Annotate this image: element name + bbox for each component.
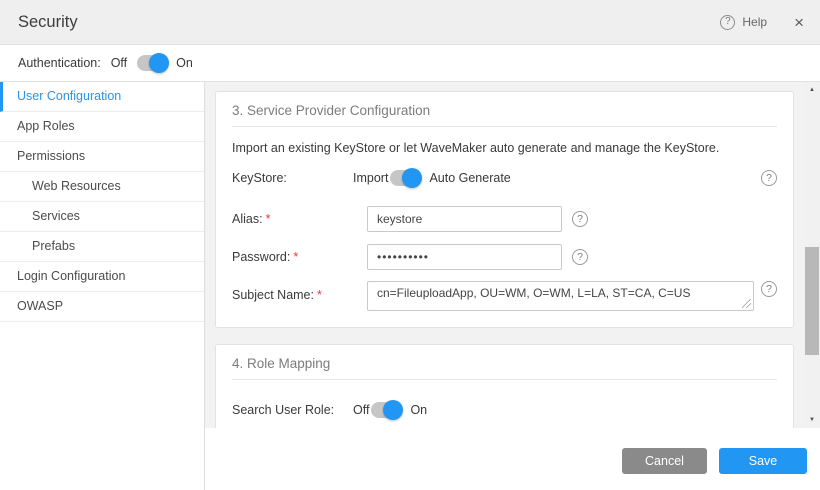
sidebar: User Configuration App Roles Permissions… xyxy=(0,82,205,490)
required-asterisk: * xyxy=(317,288,322,302)
keystore-toggle-group: Import Auto Generate xyxy=(353,170,511,186)
keystore-auto-generate-label: Auto Generate xyxy=(429,171,510,185)
authentication-on-label: On xyxy=(176,56,193,70)
password-row: Password:* ? xyxy=(232,244,777,270)
dialog-body: User Configuration App Roles Permissions… xyxy=(0,82,820,490)
scroll-up-icon[interactable]: ▲ xyxy=(804,87,820,93)
password-label: Password:* xyxy=(232,250,367,264)
main-content: 3. Service Provider Configuration Import… xyxy=(205,82,804,428)
vertical-scrollbar[interactable]: ▲ ▼ xyxy=(804,82,820,428)
toggle-knob-icon xyxy=(149,53,169,73)
main-column: 3. Service Provider Configuration Import… xyxy=(205,82,820,490)
scroll-down-icon[interactable]: ▼ xyxy=(804,417,820,423)
password-input[interactable] xyxy=(367,244,562,270)
help-label: Help xyxy=(742,15,767,29)
authentication-label: Authentication: xyxy=(18,56,101,70)
authentication-off-label: Off xyxy=(111,56,127,70)
dialog-header: Security ? Help × xyxy=(0,0,820,45)
search-user-role-row: Search User Role: Off On xyxy=(232,402,777,418)
sidebar-item-owasp[interactable]: OWASP xyxy=(0,292,204,322)
security-dialog: Security ? Help × Authentication: Off On… xyxy=(0,0,820,490)
subject-name-row: Subject Name:* cn=FileuploadApp, OU=WM, … xyxy=(232,281,777,311)
keystore-import-label: Import xyxy=(353,171,388,185)
keystore-label: KeyStore: xyxy=(232,171,367,185)
keystore-description: Import an existing KeyStore or let WaveM… xyxy=(232,141,777,155)
search-user-role-label: Search User Role: xyxy=(232,403,367,417)
sidebar-item-permissions[interactable]: Permissions xyxy=(0,142,204,172)
sidebar-item-services[interactable]: Services xyxy=(0,202,204,232)
toggle-knob-icon xyxy=(383,400,403,420)
section-title: 3. Service Provider Configuration xyxy=(232,103,777,127)
header-actions: ? Help × xyxy=(720,14,804,31)
scrollbar-thumb[interactable] xyxy=(805,247,819,355)
cancel-button[interactable]: Cancel xyxy=(622,448,707,474)
page-title: Security xyxy=(18,13,78,32)
alias-label: Alias:* xyxy=(232,212,367,226)
help-button[interactable]: ? Help xyxy=(720,15,767,30)
section-role-mapping: 4. Role Mapping Search User Role: Off On xyxy=(215,344,794,428)
sidebar-item-prefabs[interactable]: Prefabs xyxy=(0,232,204,262)
keystore-help-icon[interactable]: ? xyxy=(761,170,777,186)
alias-row: Alias:* ? xyxy=(232,206,777,232)
sidebar-item-user-configuration[interactable]: User Configuration xyxy=(0,82,204,112)
search-user-role-toggle-group: Off On xyxy=(353,402,427,418)
subject-name-textarea[interactable]: cn=FileuploadApp, OU=WM, O=WM, L=LA, ST=… xyxy=(367,281,754,311)
password-help-icon[interactable]: ? xyxy=(572,249,588,265)
required-asterisk: * xyxy=(293,250,298,264)
keystore-row: KeyStore: Import Auto Generate ? xyxy=(232,170,777,186)
required-asterisk: * xyxy=(266,212,271,226)
subject-name-textarea-wrap: cn=FileuploadApp, OU=WM, O=WM, L=LA, ST=… xyxy=(367,281,754,311)
section-title: 4. Role Mapping xyxy=(232,356,777,380)
keystore-toggle[interactable] xyxy=(390,170,420,186)
save-button[interactable]: Save xyxy=(719,448,807,474)
search-user-role-on-label: On xyxy=(410,403,427,417)
sidebar-item-login-configuration[interactable]: Login Configuration xyxy=(0,262,204,292)
authentication-bar: Authentication: Off On xyxy=(0,45,820,82)
alias-input[interactable] xyxy=(367,206,562,232)
section-service-provider-configuration: 3. Service Provider Configuration Import… xyxy=(215,91,794,328)
subject-name-help-icon[interactable]: ? xyxy=(761,281,777,297)
sidebar-item-web-resources[interactable]: Web Resources xyxy=(0,172,204,202)
toggle-knob-icon xyxy=(402,168,422,188)
search-user-role-toggle[interactable] xyxy=(371,402,401,418)
alias-help-icon[interactable]: ? xyxy=(572,211,588,227)
help-icon: ? xyxy=(720,15,735,30)
dialog-footer: Cancel Save xyxy=(205,428,820,490)
search-user-role-off-label: Off xyxy=(353,403,369,417)
scroll-zone: 3. Service Provider Configuration Import… xyxy=(205,82,820,428)
authentication-toggle[interactable] xyxy=(137,55,167,71)
subject-name-label: Subject Name:* xyxy=(232,288,367,302)
sidebar-item-app-roles[interactable]: App Roles xyxy=(0,112,204,142)
close-icon[interactable]: × xyxy=(794,14,804,31)
